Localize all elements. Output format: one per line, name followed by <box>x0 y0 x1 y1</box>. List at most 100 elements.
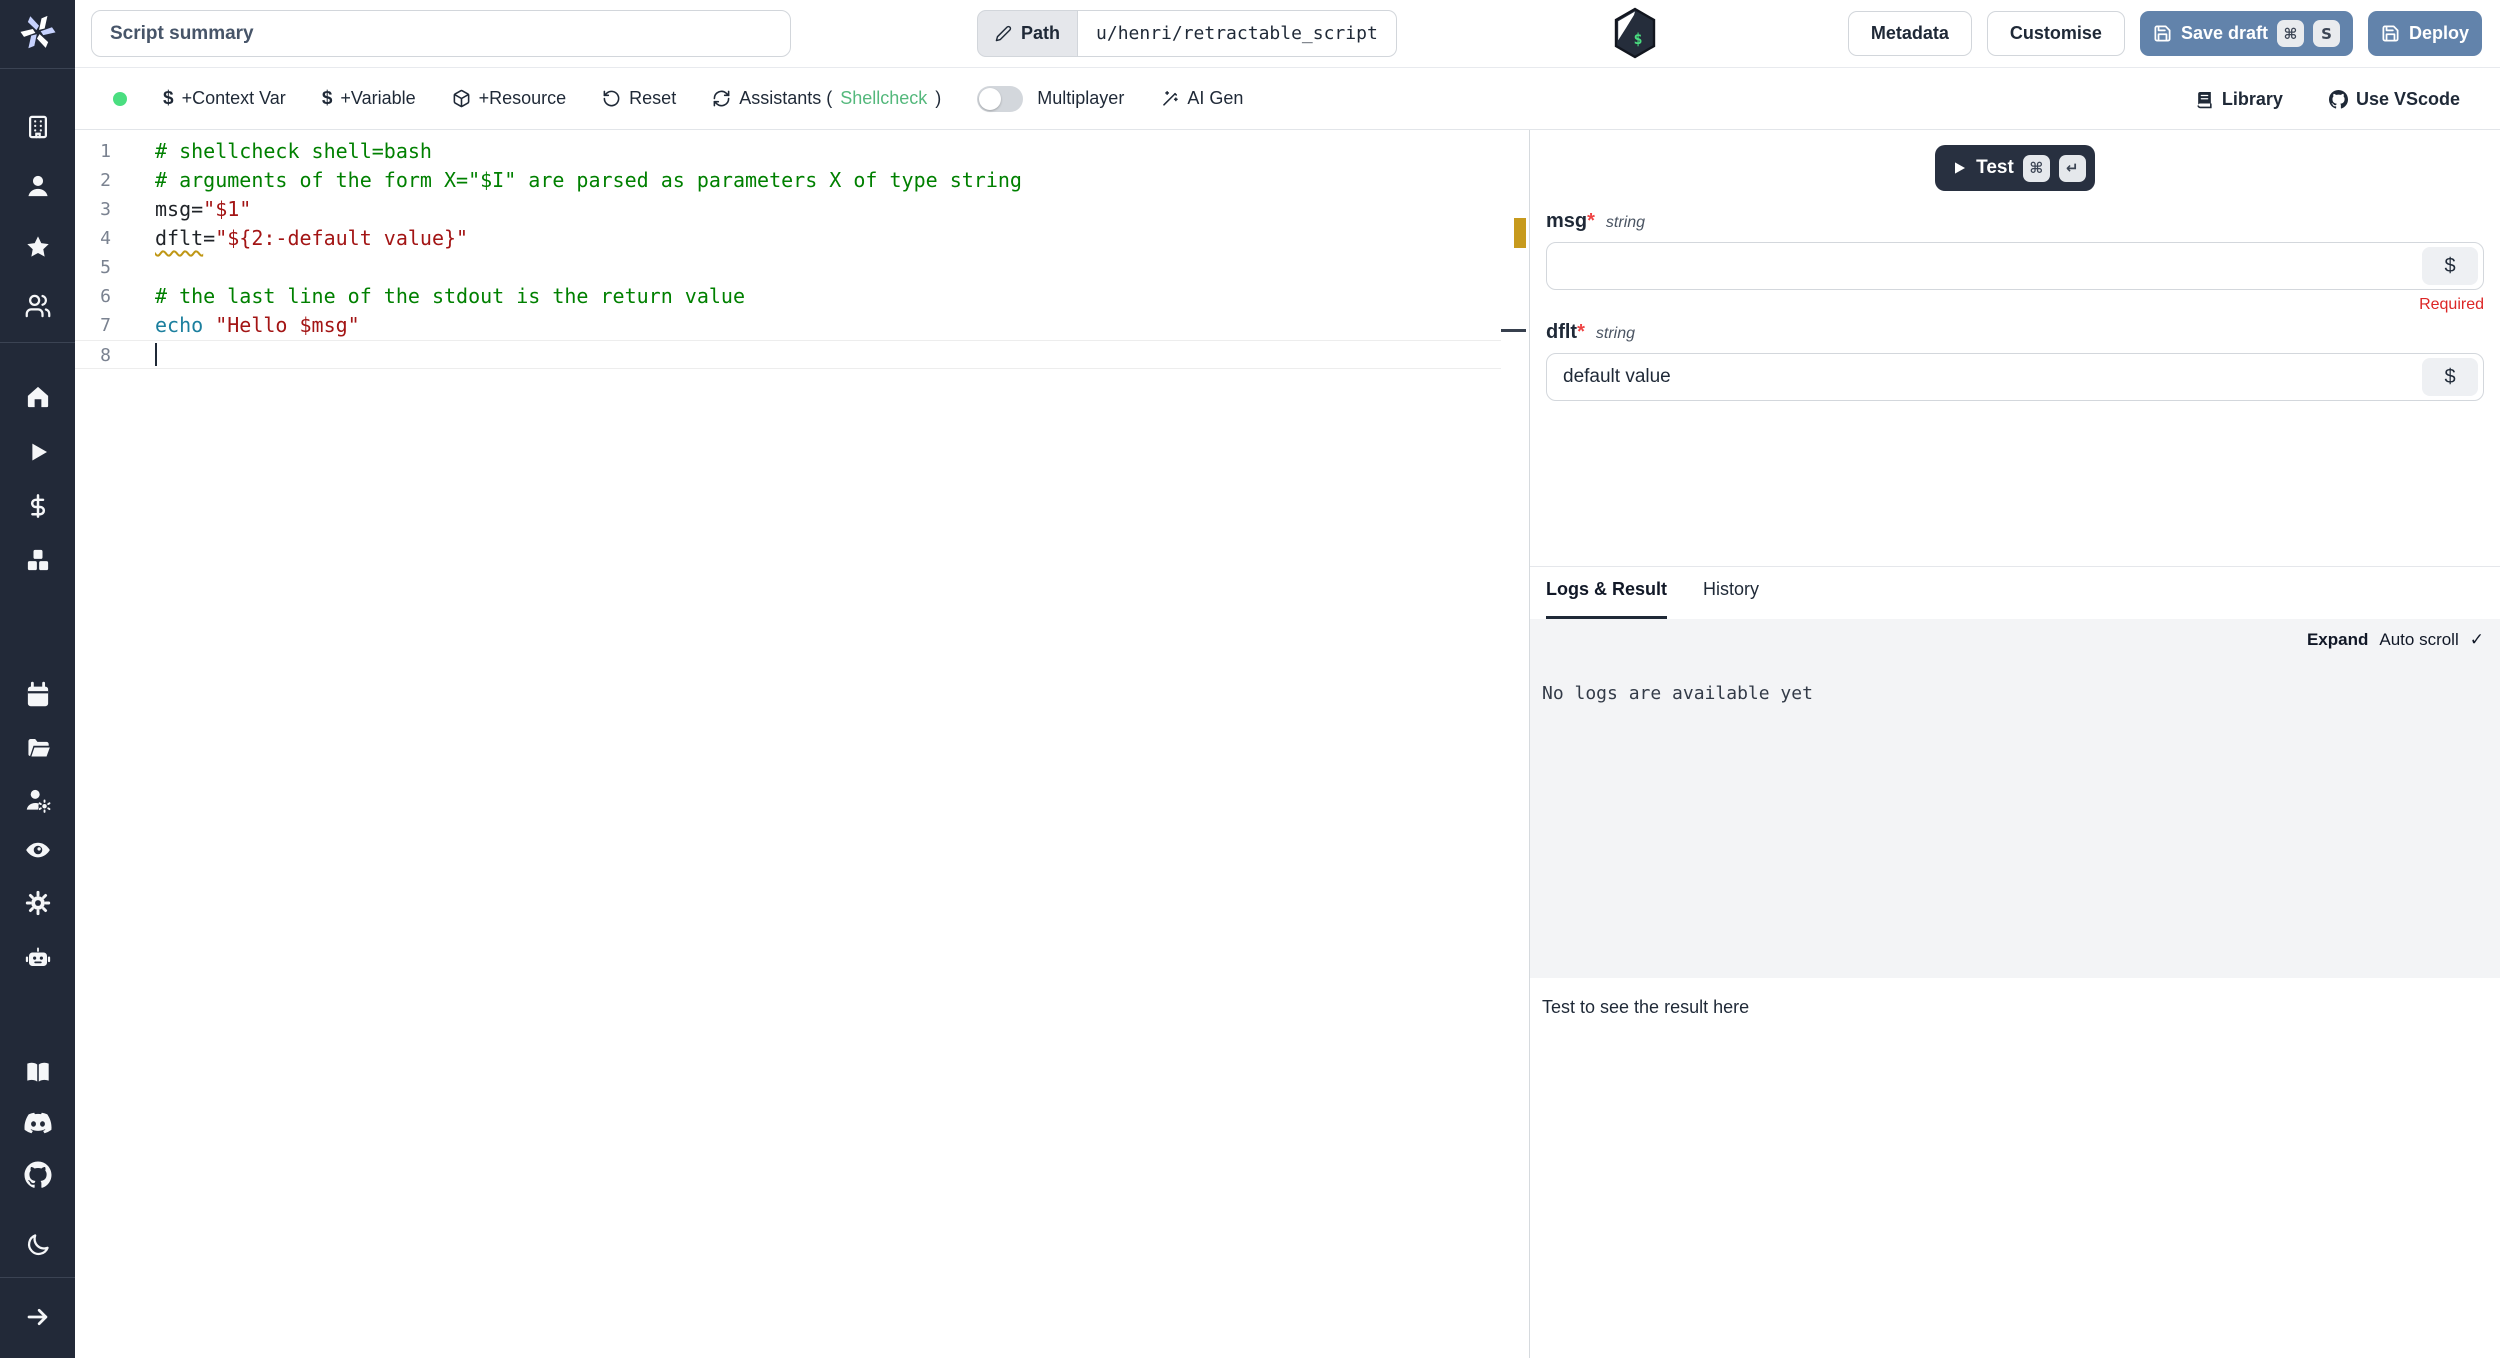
kbd-cmd: ⌘ <box>2022 154 2050 182</box>
code-line[interactable]: 7 echo "Hello $msg" <box>75 311 1501 340</box>
reset-button[interactable]: Reset <box>602 88 676 109</box>
add-variable-button[interactable]: $ +Variable <box>322 88 416 110</box>
settings-icon[interactable] <box>24 890 51 917</box>
text-cursor <box>155 343 157 366</box>
line-number: 6 <box>100 286 111 307</box>
code-line[interactable]: 3 msg="$1" <box>75 195 1501 224</box>
github-icon[interactable] <box>24 1161 51 1189</box>
arg-label-msg: msg* string <box>1546 210 1646 232</box>
dollar-icon: $ <box>321 87 333 109</box>
sidebar-divider <box>0 68 75 69</box>
required-error: Required <box>2419 296 2484 313</box>
boxes-icon[interactable] <box>24 547 51 574</box>
line-number: 3 <box>100 199 111 220</box>
metadata-button[interactable]: Metadata <box>1847 11 1972 56</box>
star-icon[interactable] <box>24 234 51 261</box>
script-summary-input[interactable] <box>91 10 791 57</box>
autoscroll-checkbox[interactable]: ✓ <box>2470 630 2484 650</box>
sidebar-divider <box>0 342 75 343</box>
kbd-cmd: ⌘ <box>2276 20 2304 47</box>
assistants-button[interactable]: Assistants (Shellcheck) <box>712 88 941 109</box>
add-context-var-button[interactable]: $ +Context Var <box>163 88 286 110</box>
pencil-icon <box>995 25 1012 42</box>
play-icon[interactable] <box>24 439 51 466</box>
kbd-s: S <box>2312 20 2340 47</box>
use-vscode-button[interactable]: Use VScode <box>2328 89 2460 110</box>
code-line[interactable]: 8 <box>75 340 1501 369</box>
save-draft-button[interactable]: Save draft ⌘ S <box>2139 11 2353 56</box>
deploy-button[interactable]: Deploy <box>2367 11 2482 56</box>
test-button[interactable]: Test ⌘ ↵ <box>1935 145 2095 191</box>
moon-icon[interactable] <box>24 1232 51 1259</box>
script-path-value[interactable]: u/henri/retractable_script <box>1078 10 1397 57</box>
path-group: Path u/henri/retractable_script <box>977 10 1397 57</box>
customise-button[interactable]: Customise <box>1986 11 2125 56</box>
bash-language-icon: $ <box>1612 7 1658 59</box>
dollar-icon[interactable] <box>24 493 51 520</box>
code-editor-pane[interactable]: 1 # shellcheck shell=bash 2 # arguments of … <box>75 130 1530 1358</box>
refresh-icon <box>713 90 730 107</box>
line-number: 8 <box>100 345 111 366</box>
wand-icon <box>1163 90 1179 106</box>
rotate-ccw-icon <box>603 90 620 107</box>
overview-warning-marker <box>1514 218 1526 248</box>
arg-input-dflt: $ <box>1546 353 2484 401</box>
tab-logs-result[interactable]: Logs & Result <box>1546 579 1668 619</box>
library-button[interactable]: Library <box>2195 89 2283 110</box>
dflt-field[interactable] <box>1547 354 2417 400</box>
add-resource-button[interactable]: +Resource <box>452 88 566 109</box>
msg-field[interactable] <box>1547 243 2417 289</box>
kbd-enter: ↵ <box>2058 154 2086 182</box>
logs-tabs: Logs & Result History <box>1530 567 2500 619</box>
args-form: Test ⌘ ↵ msg* string $ Required dflt* st… <box>1530 130 2500 567</box>
autoscroll-label[interactable]: Auto scroll <box>2379 630 2458 650</box>
folder-open-icon[interactable] <box>24 735 51 762</box>
code-line[interactable]: 4 dflt="${2:-default value}" <box>75 224 1501 253</box>
line-number: 7 <box>100 315 111 336</box>
tab-history[interactable]: History <box>1703 579 1759 619</box>
svg-text:$: $ <box>1633 30 1642 48</box>
eye-icon[interactable] <box>24 837 51 864</box>
edit-path-button[interactable]: Path <box>977 10 1079 57</box>
windmill-logo-icon[interactable] <box>17 11 59 53</box>
discord-icon[interactable] <box>24 1110 51 1137</box>
line-content: # arguments of the form X="$I" are parse… <box>155 168 1022 192</box>
result-placeholder: Test to see the result here <box>1542 997 1750 1017</box>
user-cog-icon[interactable] <box>24 787 51 814</box>
logs-panel: Expand Auto scroll ✓ No logs are availab… <box>1530 619 2500 978</box>
code-editor[interactable]: 1 # shellcheck shell=bash 2 # arguments of … <box>75 137 1501 369</box>
home-icon[interactable] <box>24 384 51 411</box>
no-logs-message: No logs are available yet <box>1542 683 1813 704</box>
code-line[interactable]: 1 # shellcheck shell=bash <box>75 137 1501 166</box>
expand-button[interactable]: Expand <box>2307 630 2368 650</box>
line-content: # the last line of the stdout is the ret… <box>155 284 746 308</box>
code-line[interactable]: 2 # arguments of the form X="$I" are pars… <box>75 166 1501 195</box>
arg-label-dflt: dflt* string <box>1546 321 1636 343</box>
sidebar-divider <box>0 1277 75 1278</box>
multiplayer-toggle[interactable] <box>977 85 1024 112</box>
line-number: 5 <box>100 257 111 278</box>
users-icon[interactable] <box>24 293 51 320</box>
user-icon[interactable] <box>24 173 51 200</box>
editor-toolbar: $ +Context Var $ +Variable +Resource Res… <box>75 68 2500 130</box>
overview-cursor-marker <box>1501 329 1526 332</box>
save-icon <box>2382 25 2399 42</box>
logs-controls: Expand Auto scroll ✓ <box>2307 630 2484 650</box>
book-open-icon[interactable] <box>24 1059 51 1086</box>
line-content <box>155 341 157 368</box>
code-line[interactable]: 5 <box>75 253 1501 282</box>
multiplayer-control: Multiplayer <box>977 85 1124 112</box>
line-content: msg="$1" <box>155 197 252 221</box>
building-icon[interactable] <box>24 114 51 141</box>
bot-icon[interactable] <box>24 944 51 971</box>
calendar-icon[interactable] <box>24 681 51 709</box>
code-line[interactable]: 6 # the last line of the stdout is the re… <box>75 282 1501 311</box>
insert-variable-button[interactable]: $ <box>2422 358 2478 396</box>
topbar: Path u/henri/retractable_script $ Metada… <box>75 0 2500 68</box>
status-dot <box>113 91 127 106</box>
arg-input-msg: $ <box>1546 242 2484 290</box>
sidebar <box>0 0 75 1358</box>
insert-variable-button[interactable]: $ <box>2422 247 2478 285</box>
arrow-right-icon[interactable] <box>24 1304 51 1331</box>
ai-gen-button[interactable]: AI Gen <box>1160 88 1243 109</box>
